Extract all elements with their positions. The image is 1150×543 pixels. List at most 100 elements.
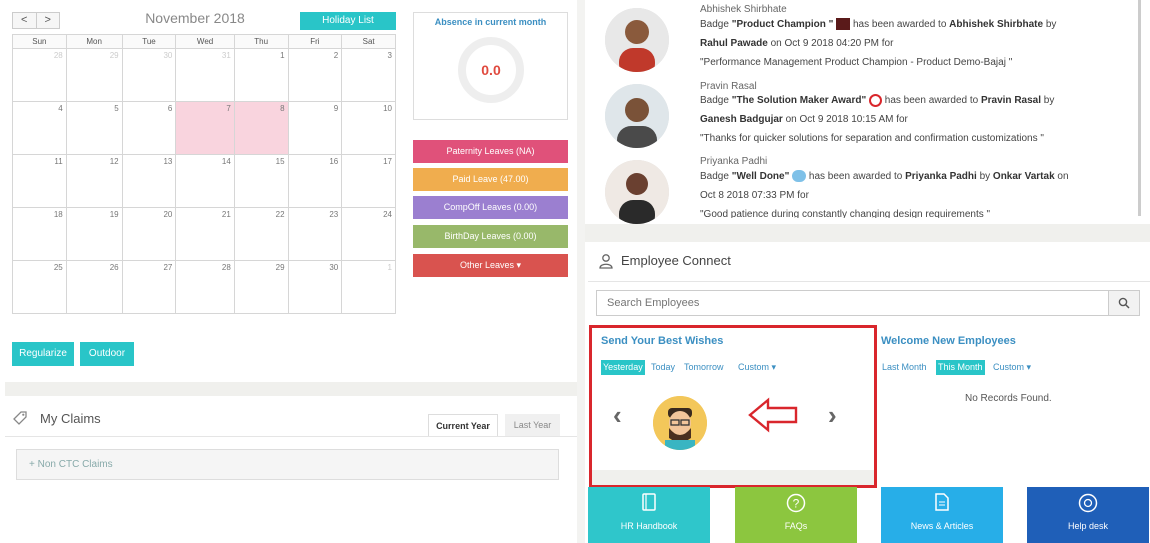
avatar: [605, 8, 669, 72]
tile-label: HR Handbook: [620, 521, 678, 531]
help-desk-tile[interactable]: Help desk: [1027, 487, 1149, 543]
calendar-day[interactable]: 15: [233, 154, 289, 208]
calendar-day[interactable]: 29: [65, 48, 123, 102]
calendar-day[interactable]: 13: [121, 154, 177, 208]
calendar-day-selected[interactable]: 7: [175, 101, 235, 155]
badge-recipient: Priyanka Padhi: [905, 171, 977, 182]
calendar-day[interactable]: 12: [65, 154, 123, 208]
my-claims-title: My Claims: [40, 411, 101, 426]
calendar-grid: Sun Mon Tue Wed Thu Fri Sat 28 29 30 31 …: [12, 34, 396, 314]
calendar-day[interactable]: 5: [65, 101, 123, 155]
tab-this-month[interactable]: This Month: [936, 360, 985, 375]
calendar-day[interactable]: 14: [175, 154, 235, 208]
badge-line: Rahul Pawade on Oct 9 2018 04:20 PM for: [700, 34, 893, 53]
calendar-prev-button[interactable]: <: [13, 13, 36, 28]
calendar-day[interactable]: 25: [12, 260, 67, 314]
badge-title: "Well Done": [731, 171, 790, 182]
absence-ring: 0.0: [458, 37, 524, 103]
badge-text: has been awarded to: [882, 95, 981, 106]
regularize-button[interactable]: Regularize: [12, 342, 74, 366]
birthday-leaves-button[interactable]: BirthDay Leaves (0.00): [413, 225, 568, 248]
calendar-day[interactable]: 1: [341, 260, 396, 314]
calendar-day[interactable]: 27: [121, 260, 177, 314]
calendar-day[interactable]: 20: [121, 207, 177, 261]
calendar-day[interactable]: 21: [175, 207, 235, 261]
weekday-header: Sat: [341, 34, 396, 49]
weekday-header: Thu: [233, 34, 289, 49]
calendar-day[interactable]: 1: [233, 48, 289, 102]
calendar-day-selected[interactable]: 8: [233, 101, 289, 155]
calendar-day[interactable]: 28: [12, 48, 67, 102]
badge-text: Badge: [700, 171, 732, 182]
calendar-day[interactable]: 2: [287, 48, 343, 102]
tab-current-year[interactable]: Current Year: [428, 414, 498, 436]
calendar-day[interactable]: 11: [12, 154, 67, 208]
badge-line: Badge "The Solution Maker Award" has bee…: [700, 91, 1054, 110]
calendar-day[interactable]: 3: [341, 48, 396, 102]
support-icon: [1027, 493, 1149, 515]
paid-leave-button[interactable]: Paid Leave (47.00): [413, 168, 568, 191]
calendar-day[interactable]: 30: [287, 260, 343, 314]
badge-giver: Onkar Vartak: [992, 171, 1055, 182]
badge-title: "The Solution Maker Award": [731, 95, 867, 106]
employee-connect-title: Employee Connect: [621, 253, 731, 268]
absence-widget: Absence in current month 0.0: [413, 12, 568, 120]
holiday-list-button[interactable]: Holiday List: [300, 12, 396, 30]
hr-handbook-tile[interactable]: HR Handbook: [588, 487, 710, 543]
search-button[interactable]: [1108, 290, 1140, 316]
calendar-day[interactable]: 26: [65, 260, 123, 314]
search-employees-input[interactable]: [596, 290, 1109, 316]
section-divider: [585, 224, 1150, 242]
badge-text: by: [1043, 19, 1057, 30]
claims-divider: [5, 436, 577, 437]
badge-date: Oct 8 2018 07:33 PM for: [700, 190, 809, 201]
badge-giver: Ganesh Badgujar: [700, 114, 783, 125]
calendar-day[interactable]: 16: [287, 154, 343, 208]
tab-last-month[interactable]: Last Month: [882, 360, 927, 375]
weekday-header: Wed: [175, 34, 235, 49]
calendar-day[interactable]: 29: [233, 260, 289, 314]
badge-text: by: [1041, 95, 1055, 106]
calendar-day[interactable]: 10: [341, 101, 396, 155]
non-ctc-claims-row[interactable]: + Non CTC Claims: [16, 449, 559, 480]
calendar-day[interactable]: 6: [121, 101, 177, 155]
outdoor-button[interactable]: Outdoor: [80, 342, 134, 366]
headset-icon: [869, 93, 882, 107]
section-divider: [5, 382, 577, 396]
badge-feed: Abhishek Shirbhate Badge "Product Champi…: [588, 0, 1142, 224]
other-leaves-dropdown[interactable]: Other Leaves ▾: [413, 254, 568, 277]
calendar-day[interactable]: 18: [12, 207, 67, 261]
badge-title: "Product Champion ": [731, 19, 834, 30]
tab-custom-dropdown[interactable]: Custom ▾: [993, 360, 1031, 375]
calendar-day[interactable]: 30: [121, 48, 177, 102]
welcome-new-employees-title: Welcome New Employees: [881, 335, 1016, 347]
calendar-day[interactable]: 22: [233, 207, 289, 261]
tab-last-year[interactable]: Last Year: [505, 414, 560, 436]
badge-recipient: Pravin Rasal: [980, 95, 1042, 106]
badge-employee-name: Priyanka Padhi: [700, 156, 768, 167]
compoff-leaves-button[interactable]: CompOff Leaves (0.00): [413, 196, 568, 219]
badge-line: Badge "Well Done" has been awarded to Pr…: [700, 167, 1069, 186]
weekday-header: Tue: [121, 34, 177, 49]
calendar-day[interactable]: 31: [175, 48, 235, 102]
faqs-tile[interactable]: ? FAQs: [735, 487, 857, 543]
weekday-header: Fri: [287, 34, 343, 49]
user-icon: [598, 253, 614, 272]
calendar-day[interactable]: 4: [12, 101, 67, 155]
calendar-next-button[interactable]: >: [35, 13, 60, 28]
document-icon: [881, 493, 1003, 515]
badge-recipient: Abhishek Shirbhate: [949, 19, 1044, 30]
calendar-day[interactable]: 9: [287, 101, 343, 155]
calendar-day[interactable]: 19: [65, 207, 123, 261]
calendar-day[interactable]: 17: [341, 154, 396, 208]
badge-message: "Good patience during constantly changin…: [700, 209, 991, 218]
news-articles-tile[interactable]: News & Articles: [881, 487, 1003, 543]
badge-icon: [792, 170, 807, 183]
calendar-day[interactable]: 23: [287, 207, 343, 261]
paternity-leaves-button[interactable]: Paternity Leaves (NA): [413, 140, 568, 163]
calendar-day[interactable]: 24: [341, 207, 396, 261]
badge-scrollbar[interactable]: [1138, 0, 1141, 216]
calendar-day[interactable]: 28: [175, 260, 235, 314]
badge-line: Ganesh Badgujar on Oct 9 2018 10:15 AM f…: [700, 110, 908, 129]
badge-giver: Rahul Pawade: [700, 38, 768, 49]
